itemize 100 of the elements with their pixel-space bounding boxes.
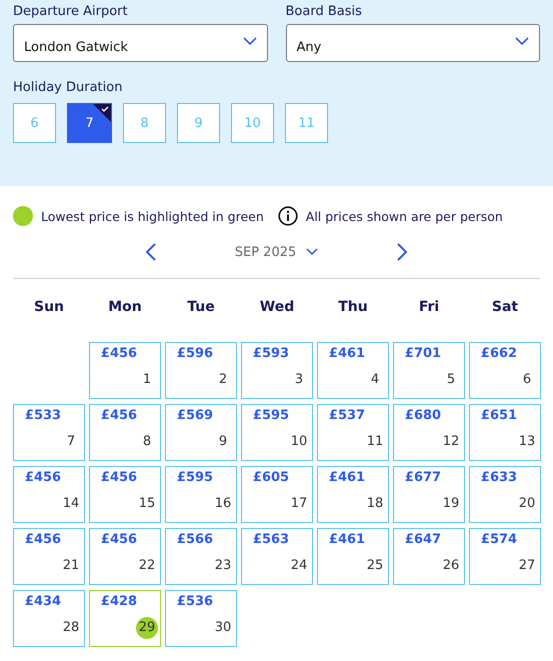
price-text: £456 [100, 532, 138, 547]
day-cell[interactable]: £680 12 [393, 404, 465, 461]
day-number: 13 [518, 433, 536, 451]
info-icon [278, 206, 298, 226]
day-cell[interactable]: £574 27 [469, 528, 541, 585]
day-cell[interactable]: £595 10 [241, 404, 313, 461]
price-text: £456 [100, 470, 138, 485]
weekday-header: Fri [418, 298, 440, 317]
day-cell[interactable]: £563 24 [241, 528, 313, 585]
day-cell[interactable]: £605 17 [241, 466, 313, 523]
day-number: 6 [522, 371, 532, 389]
day-number: 29 [136, 617, 158, 639]
day-number: 15 [138, 495, 156, 513]
price-text: £566 [176, 532, 214, 547]
day-cell[interactable]: £595 16 [165, 466, 237, 523]
day-cell[interactable]: £596 2 [165, 342, 237, 399]
price-text: £633 [480, 470, 518, 485]
legend-text: Lowest price is highlighted in green [41, 208, 264, 224]
price-text: £461 [328, 470, 366, 485]
day-number: 1 [142, 371, 152, 389]
day-number: 23 [214, 557, 232, 575]
price-text: £537 [328, 408, 366, 423]
price-text: £461 [328, 346, 366, 361]
price-text: £595 [252, 408, 290, 423]
day-number: 10 [290, 433, 308, 451]
day-cell[interactable]: £456 22 [89, 528, 161, 585]
price-text: £680 [404, 408, 442, 423]
price-text: £533 [24, 408, 62, 423]
day-number: 26 [442, 557, 460, 575]
day-cell[interactable]: £569 9 [165, 404, 237, 461]
day-number: 4 [370, 371, 380, 389]
day-number: 19 [442, 495, 460, 513]
day-cell[interactable]: £533 7 [13, 404, 85, 461]
day-cell[interactable]: £593 3 [241, 342, 313, 399]
day-cell[interactable]: £428 29 [89, 590, 161, 647]
weekday-header: Mon [107, 298, 143, 317]
day-cell[interactable]: £456 8 [89, 404, 161, 461]
dropdown[interactable]: Any [286, 24, 540, 62]
day-cell[interactable]: £456 14 [13, 466, 85, 523]
price-text: £428 [100, 594, 138, 609]
info-text: All prices shown are per person [306, 208, 503, 224]
field-label: Holiday Duration [13, 80, 122, 95]
price-text: £596 [176, 346, 214, 361]
day-cell[interactable]: £456 1 [89, 342, 161, 399]
day-cell[interactable]: £536 30 [165, 590, 237, 647]
day-number: 5 [446, 371, 456, 389]
weekday-header: Tue [186, 298, 216, 317]
weekday-header: Wed [258, 298, 296, 317]
price-text: £651 [480, 408, 518, 423]
field-label: Departure Airport [13, 4, 129, 19]
day-cell[interactable]: £456 21 [13, 528, 85, 585]
lowest-price-dot-icon [13, 206, 33, 226]
day-number: 30 [214, 619, 232, 637]
chevron-down-icon [242, 37, 256, 45]
day-cell[interactable]: £677 19 [393, 466, 465, 523]
price-text: £563 [252, 532, 290, 547]
weekday-header: Sat [490, 298, 520, 317]
day-number: 25 [366, 557, 384, 575]
day-number: 9 [218, 433, 228, 451]
check-icon [93, 104, 111, 122]
day-number: 12 [442, 433, 460, 451]
day-number: 3 [294, 371, 304, 389]
price-text: £456 [100, 408, 138, 423]
day-cell[interactable]: £461 18 [317, 466, 389, 523]
day-number: 7 [66, 433, 76, 451]
day-cell[interactable]: £651 13 [469, 404, 541, 461]
day-cell[interactable]: £461 4 [317, 342, 389, 399]
price-text: £569 [176, 408, 214, 423]
day-cell[interactable]: £537 11 [317, 404, 389, 461]
day-number: 22 [138, 557, 156, 575]
price-text: £605 [252, 470, 290, 485]
day-cell[interactable]: £633 20 [469, 466, 541, 523]
day-number: 24 [290, 557, 308, 575]
day-number: 2 [218, 371, 228, 389]
price-text: £434 [24, 594, 62, 609]
price-text: £677 [404, 470, 442, 485]
day-number: 11 [366, 433, 384, 451]
chevron-down-icon [306, 248, 318, 256]
field-label: Board Basis [286, 4, 363, 19]
dropdown[interactable]: London Gatwick [13, 24, 268, 62]
duration-option[interactable]: 7 [67, 103, 112, 143]
day-cell[interactable]: £456 15 [89, 466, 161, 523]
price-text: £574 [480, 532, 518, 547]
price-text: £595 [176, 470, 214, 485]
day-number: 21 [62, 557, 80, 575]
chevron-down-icon [515, 37, 529, 45]
day-number: 14 [62, 495, 80, 513]
day-cell[interactable]: £701 5 [393, 342, 465, 399]
day-cell[interactable]: £566 23 [165, 528, 237, 585]
price-text: £536 [176, 594, 214, 609]
day-cell[interactable]: £647 26 [393, 528, 465, 585]
day-number: 20 [518, 495, 536, 513]
day-cell[interactable]: £461 25 [317, 528, 389, 585]
weekday-header: Sun [32, 298, 66, 317]
day-cell[interactable]: £434 28 [13, 590, 85, 647]
price-text: £456 [24, 470, 62, 485]
day-number: 27 [518, 557, 536, 575]
day-number: 18 [366, 495, 384, 513]
month-dropdown[interactable]: SEP 2025 [228, 244, 324, 260]
day-cell[interactable]: £662 6 [469, 342, 541, 399]
